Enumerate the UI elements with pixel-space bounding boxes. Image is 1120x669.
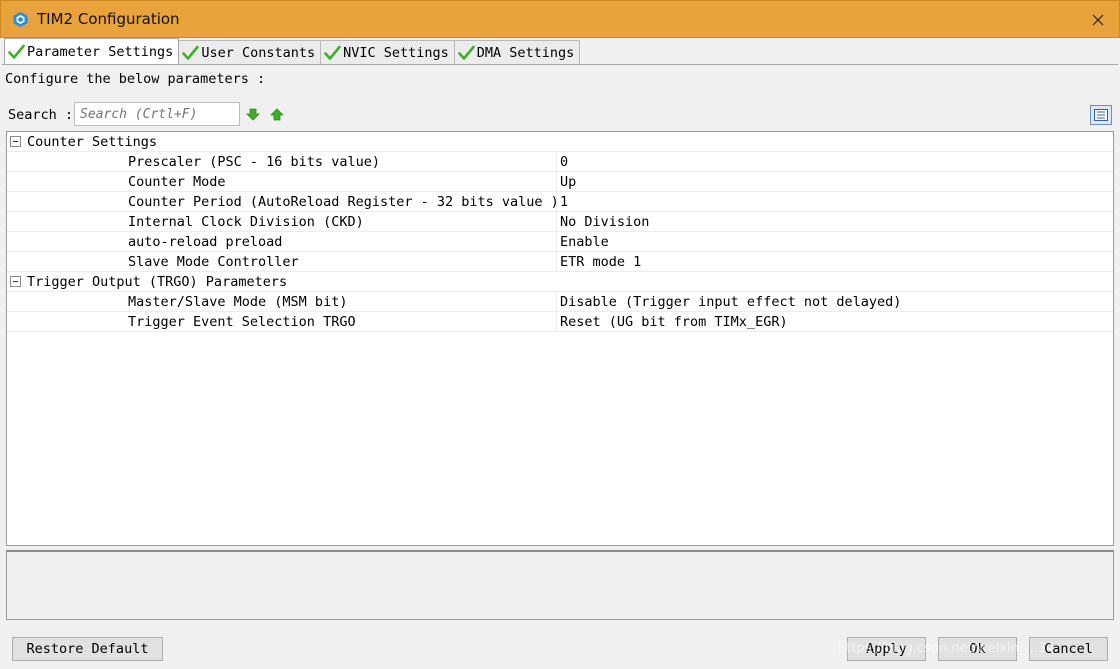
category-counter-settings[interactable]: Counter Settings bbox=[7, 132, 1113, 152]
description-box bbox=[6, 550, 1114, 620]
param-row-prescaler[interactable]: Prescaler (PSC - 16 bits value) 0 bbox=[7, 152, 1113, 172]
configure-text: Configure the below parameters : bbox=[5, 71, 266, 87]
restore-default-button[interactable]: Restore Default bbox=[12, 637, 163, 661]
param-name: auto-reload preload bbox=[128, 234, 283, 250]
category-label: Counter Settings bbox=[27, 134, 158, 150]
search-input[interactable] bbox=[74, 102, 240, 126]
param-value[interactable]: Enable bbox=[560, 234, 609, 250]
tab-nvic-settings[interactable]: NVIC Settings bbox=[320, 40, 455, 64]
param-row-master-slave-mode[interactable]: Master/Slave Mode (MSM bit) Disable (Tri… bbox=[7, 292, 1113, 312]
tab-parameter-settings[interactable]: Parameter Settings bbox=[4, 38, 180, 64]
param-name: Counter Mode bbox=[128, 174, 226, 190]
tab-label: DMA Settings bbox=[476, 44, 575, 61]
tab-label: User Constants bbox=[201, 44, 316, 61]
title-bar: TIM2 Configuration bbox=[0, 0, 1120, 38]
collapse-icon[interactable] bbox=[10, 136, 21, 147]
list-view-icon bbox=[1094, 109, 1108, 121]
param-name: Prescaler (PSC - 16 bits value) bbox=[128, 154, 380, 170]
param-name: Counter Period (AutoReload Register - 32… bbox=[128, 194, 559, 210]
param-value[interactable]: Up bbox=[560, 174, 576, 190]
param-row-counter-period[interactable]: Counter Period (AutoReload Register - 32… bbox=[7, 192, 1113, 212]
check-icon bbox=[182, 45, 200, 60]
param-value[interactable]: Disable (Trigger input effect not delaye… bbox=[560, 294, 901, 310]
arrow-up-icon[interactable] bbox=[270, 108, 284, 121]
param-row-slave-mode[interactable]: Slave Mode Controller ETR mode 1 bbox=[7, 252, 1113, 272]
param-value[interactable]: 1 bbox=[560, 194, 568, 210]
category-label: Trigger Output (TRGO) Parameters bbox=[27, 274, 288, 290]
param-value[interactable]: No Division bbox=[560, 214, 649, 230]
close-icon bbox=[1092, 14, 1104, 26]
param-name: Master/Slave Mode (MSM bit) bbox=[128, 294, 348, 310]
param-name: Slave Mode Controller bbox=[128, 254, 299, 270]
cancel-button[interactable]: Cancel bbox=[1029, 637, 1108, 661]
parameter-tree: Counter Settings Prescaler (PSC - 16 bit… bbox=[6, 131, 1114, 546]
collapse-icon[interactable] bbox=[10, 276, 21, 287]
ok-button[interactable]: Ok bbox=[938, 637, 1017, 661]
search-label: Search : bbox=[8, 107, 74, 123]
category-trgo-parameters[interactable]: Trigger Output (TRGO) Parameters bbox=[7, 272, 1113, 292]
param-row-counter-mode[interactable]: Counter Mode Up bbox=[7, 172, 1113, 192]
apply-button[interactable]: Apply bbox=[847, 637, 926, 661]
param-value[interactable]: ETR mode 1 bbox=[560, 254, 641, 270]
param-row-clock-division[interactable]: Internal Clock Division (CKD) No Divisio… bbox=[7, 212, 1113, 232]
cube-app-icon bbox=[13, 12, 28, 27]
tab-label: NVIC Settings bbox=[343, 44, 449, 61]
param-row-trigger-event-selection[interactable]: Trigger Event Selection TRGO Reset (UG b… bbox=[7, 312, 1113, 332]
param-value[interactable]: 0 bbox=[560, 154, 568, 170]
tab-dma-settings[interactable]: DMA Settings bbox=[453, 40, 581, 64]
tab-user-constants[interactable]: User Constants bbox=[178, 40, 322, 64]
check-icon bbox=[457, 45, 475, 60]
arrow-down-icon[interactable] bbox=[246, 108, 260, 121]
parameter-settings-panel: Configure the below parameters : Search … bbox=[2, 64, 1118, 630]
close-button[interactable] bbox=[1083, 5, 1113, 35]
check-icon bbox=[8, 44, 25, 59]
param-name: Trigger Event Selection TRGO bbox=[128, 314, 356, 330]
param-row-auto-reload-preload[interactable]: auto-reload preload Enable bbox=[7, 232, 1113, 252]
param-value[interactable]: Reset (UG bit from TIMx_EGR) bbox=[560, 314, 788, 330]
tab-label: Parameter Settings bbox=[27, 43, 174, 60]
list-view-toggle-button[interactable] bbox=[1090, 105, 1112, 125]
check-icon bbox=[324, 45, 341, 60]
window-title: TIM2 Configuration bbox=[37, 10, 180, 28]
param-name: Internal Clock Division (CKD) bbox=[128, 214, 364, 230]
tab-bar: Parameter Settings User Constants NVIC S… bbox=[4, 38, 581, 64]
